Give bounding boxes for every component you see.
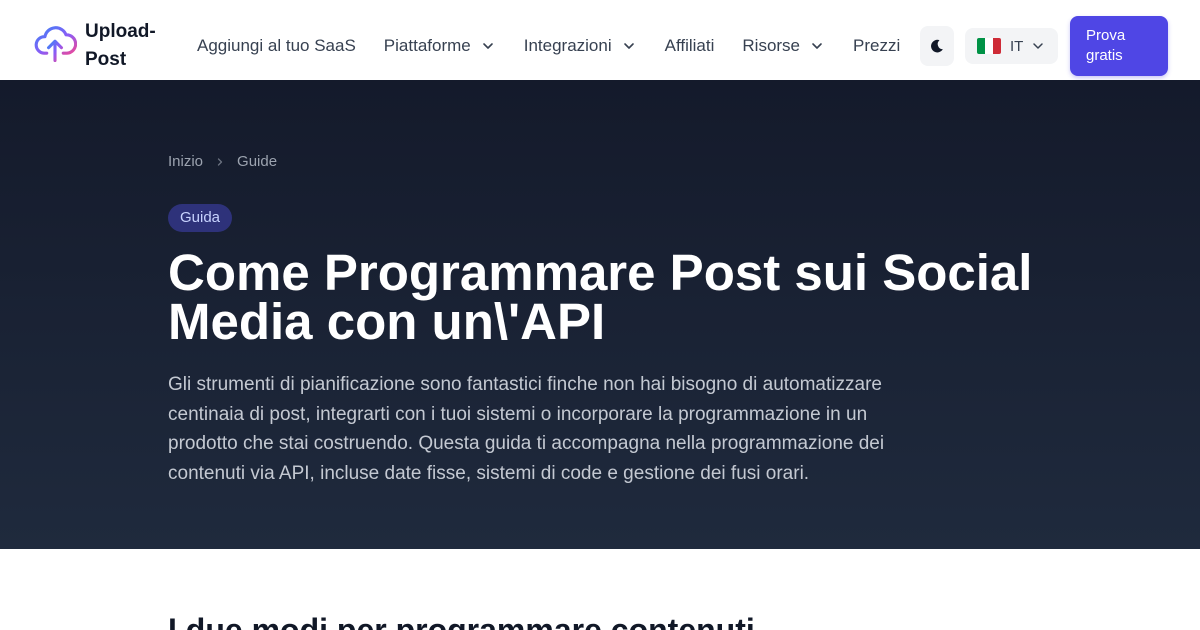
chevron-down-icon	[812, 43, 822, 49]
nav-item-pricing[interactable]: Prezzi	[853, 36, 900, 56]
nav-item-saas[interactable]: Aggiungi al tuo SaaS	[197, 36, 356, 56]
try-free-button[interactable]: Prova gratis	[1070, 16, 1168, 76]
brand-home-link[interactable]: Upload-Post	[33, 18, 156, 70]
category-badge: Guida	[168, 204, 233, 232]
nav-item-resources[interactable]: Risorse	[742, 36, 824, 56]
chevron-down-icon	[623, 43, 634, 49]
nav-item-label: Piattaforme	[383, 36, 471, 55]
section-heading: I due modi per programmare contenuti	[168, 612, 755, 630]
nav-item-integrations[interactable]: Integrazioni	[524, 36, 636, 56]
language-code: IT	[1010, 37, 1024, 55]
breadcrumb-home-link[interactable]: Inizio	[168, 153, 203, 170]
breadcrumb: Inizio Guide	[168, 153, 277, 170]
cloud-upload-icon	[34, 26, 77, 63]
main-nav: Aggiungi al tuo SaaS Piattaforme Integra…	[197, 33, 900, 59]
chevron-down-icon	[482, 43, 493, 49]
lead-paragraph: Gli strumenti di pianificazione sono fan…	[168, 374, 885, 484]
site-header: Upload-Post Aggiungi al tuo SaaS Piattaf…	[0, 0, 1200, 80]
nav-item-label: Affiliati	[664, 36, 715, 55]
breadcrumb-guides-link[interactable]: Guide	[237, 153, 277, 170]
language-selector[interactable]: IT	[965, 28, 1058, 64]
nav-item-affiliates[interactable]: Affiliati	[665, 36, 715, 56]
nav-item-label: Risorse	[742, 36, 801, 55]
chevron-down-icon	[1033, 43, 1044, 49]
nav-item-platforms[interactable]: Piattaforme	[384, 36, 495, 56]
hero-section: Inizio Guide Guida Come Programmare Post…	[0, 80, 1200, 549]
brand-name: Upload-Post	[85, 21, 156, 70]
chevron-right-icon	[217, 157, 223, 166]
theme-toggle-button[interactable]	[920, 26, 954, 66]
nav-item-label: Integrazioni	[523, 36, 612, 55]
moon-icon	[931, 39, 943, 53]
nav-item-label: Prezzi	[853, 36, 901, 55]
italy-flag-icon	[977, 38, 1001, 54]
nav-item-label: Aggiungi al tuo SaaS	[197, 36, 356, 55]
page-title: Come Programmare Post sui Social Media c…	[168, 244, 1033, 350]
